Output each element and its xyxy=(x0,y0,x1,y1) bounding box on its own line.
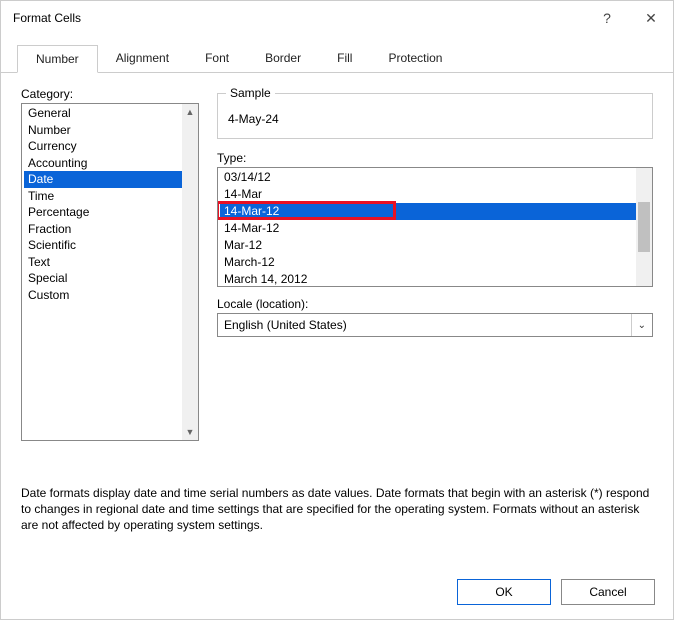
tab-alignment[interactable]: Alignment xyxy=(98,45,187,72)
type-label: Type: xyxy=(217,151,653,165)
list-item[interactable]: March 14, 2012 xyxy=(220,271,636,287)
description-text: Date formats display date and time seria… xyxy=(21,485,653,534)
close-icon: ✕ xyxy=(645,10,657,27)
list-item[interactable]: 03/14/12 xyxy=(220,169,636,186)
scroll-thumb[interactable] xyxy=(638,202,650,252)
tab-font[interactable]: Font xyxy=(187,45,247,72)
locale-value: English (United States) xyxy=(224,318,347,332)
chevron-down-icon: ⌄ xyxy=(631,314,646,336)
sample-group: Sample 4-May-24 xyxy=(217,93,653,139)
tab-content: Category: General Number Currency Accoun… xyxy=(1,73,673,567)
tab-strip: Number Alignment Font Border Fill Protec… xyxy=(1,35,673,73)
dialog-footer: OK Cancel xyxy=(1,567,673,619)
titlebar: Format Cells ? ✕ xyxy=(1,1,673,35)
list-item[interactable]: 14-Mar-12 xyxy=(220,220,636,237)
window-title: Format Cells xyxy=(13,11,585,25)
sample-legend: Sample xyxy=(226,86,275,100)
format-cells-dialog: Format Cells ? ✕ Number Alignment Font B… xyxy=(0,0,674,620)
upper-row: Category: General Number Currency Accoun… xyxy=(21,87,653,441)
category-items: General Number Currency Accounting Date … xyxy=(24,105,182,303)
category-listbox[interactable]: General Number Currency Accounting Date … xyxy=(21,103,199,441)
scroll-down-icon[interactable]: ▼ xyxy=(184,426,196,438)
list-item[interactable]: Special xyxy=(24,270,182,287)
type-section: Type: 03/14/12 14-Mar 14-Mar-12 14-Mar-1… xyxy=(217,151,653,337)
list-item[interactable]: Mar-12 xyxy=(220,237,636,254)
list-item[interactable]: Text xyxy=(24,254,182,271)
tab-number[interactable]: Number xyxy=(17,45,98,73)
type-items: 03/14/12 14-Mar 14-Mar-12 14-Mar-12 Mar-… xyxy=(220,169,636,287)
list-item[interactable]: 14-Mar-12 xyxy=(220,203,636,220)
locale-label: Locale (location): xyxy=(217,297,653,311)
list-item[interactable]: Date xyxy=(24,171,182,188)
list-item[interactable]: March-12 xyxy=(220,254,636,271)
help-icon: ? xyxy=(603,10,611,26)
locale-select[interactable]: English (United States) ⌄ xyxy=(217,313,653,337)
tab-fill[interactable]: Fill xyxy=(319,45,370,72)
ok-button[interactable]: OK xyxy=(457,579,551,605)
category-label: Category: xyxy=(21,87,199,101)
type-listbox[interactable]: 03/14/12 14-Mar 14-Mar-12 14-Mar-12 Mar-… xyxy=(217,167,653,287)
list-item[interactable]: Currency xyxy=(24,138,182,155)
list-item[interactable]: Custom xyxy=(24,287,182,304)
right-column: Sample 4-May-24 Type: 03/14/12 14-Mar 14… xyxy=(217,87,653,441)
list-item[interactable]: Number xyxy=(24,122,182,139)
list-item[interactable]: Percentage xyxy=(24,204,182,221)
tab-border[interactable]: Border xyxy=(247,45,319,72)
close-button[interactable]: ✕ xyxy=(629,2,673,34)
category-column: Category: General Number Currency Accoun… xyxy=(21,87,199,441)
tab-protection[interactable]: Protection xyxy=(370,45,460,72)
list-item[interactable]: Fraction xyxy=(24,221,182,238)
list-item[interactable]: Scientific xyxy=(24,237,182,254)
scroll-up-icon[interactable]: ▲ xyxy=(184,106,196,118)
list-item[interactable]: Time xyxy=(24,188,182,205)
help-button[interactable]: ? xyxy=(585,2,629,34)
type-scrollbar[interactable] xyxy=(636,168,652,286)
list-item[interactable]: 14-Mar xyxy=(220,186,636,203)
list-item[interactable]: Accounting xyxy=(24,155,182,172)
sample-value: 4-May-24 xyxy=(228,112,642,126)
list-item[interactable]: General xyxy=(24,105,182,122)
cancel-button[interactable]: Cancel xyxy=(561,579,655,605)
category-scrollbar[interactable]: ▲ ▼ xyxy=(182,104,198,440)
